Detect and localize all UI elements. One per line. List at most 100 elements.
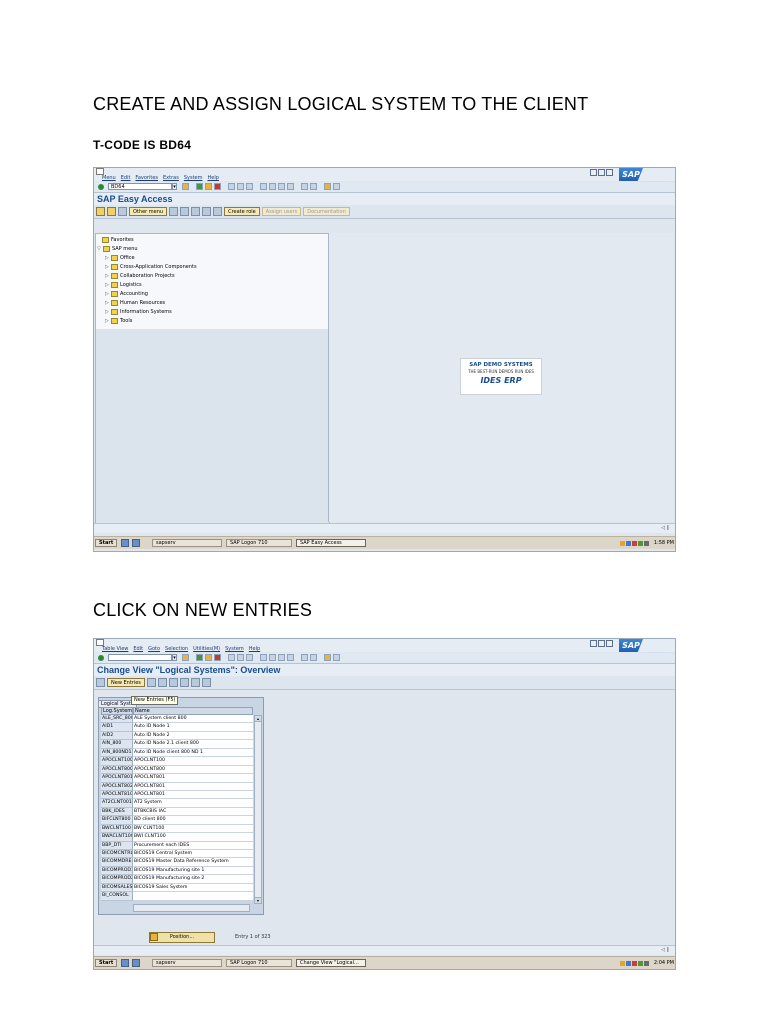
first-page-icon[interactable] xyxy=(260,654,267,661)
new-entries-button[interactable]: New Entries xyxy=(107,678,145,687)
menu-item-utilities[interactable]: Utilities(M) xyxy=(193,646,220,652)
table-row[interactable]: AID1 Auto ID Node 1 xyxy=(101,723,253,732)
column-header-log-system[interactable]: Log.System xyxy=(101,707,133,715)
start-button[interactable]: Start xyxy=(95,539,118,547)
tree-node-tools[interactable]: ▷ Tools xyxy=(105,318,132,324)
cell-name[interactable]: BICOS19 Manufacturing site 2 xyxy=(133,875,253,884)
table-row[interactable]: APOCLNT100 APOCLNT100 xyxy=(101,757,253,766)
collapse-icon[interactable] xyxy=(213,207,223,216)
find-icon[interactable] xyxy=(237,183,244,190)
scroll-down-icon[interactable]: ▾ xyxy=(255,897,261,903)
command-history-dropdown-icon[interactable]: ▾ xyxy=(172,183,177,190)
back-icon[interactable] xyxy=(196,183,203,190)
table-row[interactable]: BICOMSALES BICOS19 Sales System xyxy=(101,883,253,893)
next-page-icon[interactable] xyxy=(278,654,285,661)
cell-log-system[interactable]: AT2CLNT001 xyxy=(101,799,133,808)
tray-icon[interactable] xyxy=(643,540,649,546)
menu-item-help[interactable]: Help xyxy=(207,175,218,181)
command-history-dropdown-icon[interactable]: ▾ xyxy=(172,654,177,661)
assign-users-button[interactable]: Assign users xyxy=(261,207,302,216)
find-next-icon[interactable] xyxy=(246,183,253,190)
last-page-icon[interactable] xyxy=(287,183,294,190)
table-row[interactable]: APOCLNT810 APOCLNT801 xyxy=(101,790,253,800)
collapsed-arrow-icon[interactable]: ▷ xyxy=(105,264,109,270)
quicklaunch-browser-icon[interactable] xyxy=(132,539,140,547)
expand-icon[interactable] xyxy=(202,207,212,216)
cell-name[interactable]: BD client 800 xyxy=(133,816,253,825)
column-header-name[interactable]: Name xyxy=(133,707,253,715)
cell-name[interactable]: AT2 System xyxy=(133,799,253,808)
display-change-icon[interactable] xyxy=(96,678,105,687)
cell-log-system[interactable]: BICOMMDREF xyxy=(101,858,133,867)
tray-icon[interactable] xyxy=(619,540,625,546)
quicklaunch-desktop-icon[interactable] xyxy=(121,539,129,547)
enter-check-icon[interactable] xyxy=(98,655,104,661)
cell-log-system[interactable]: AID1 xyxy=(101,723,133,732)
table-row[interactable]: APOCLNT802 APOCLNT801 xyxy=(101,782,253,791)
menu-item-edit[interactable]: Edit xyxy=(121,175,131,181)
taskbar-item-sap-logon[interactable]: SAP Logon 710 xyxy=(226,959,292,967)
tree-node-information-systems[interactable]: ▷ Information Systems xyxy=(105,309,172,315)
add-favorite-icon[interactable] xyxy=(169,207,179,216)
collapsed-arrow-icon[interactable]: ▷ xyxy=(105,318,109,324)
position-button[interactable]: Position... xyxy=(149,932,215,943)
cell-name[interactable]: BICOS19 Manufacturing site 1 xyxy=(133,866,253,876)
table-row[interactable]: BIFCLNT800 BD client 800 xyxy=(101,816,253,825)
table-row[interactable]: AT2CLNT001 AT2 System xyxy=(101,799,253,808)
cell-name[interactable]: Auto ID Node 2 xyxy=(133,731,253,741)
cell-log-system[interactable]: BWACLNT100 xyxy=(101,833,133,842)
tray-icon[interactable] xyxy=(631,960,637,966)
table-row[interactable]: AIN_800 Auto ID Node 2.1 client 800 xyxy=(101,740,253,749)
deselect-all-icon[interactable] xyxy=(201,678,211,687)
cell-name[interactable]: APOCLNT100 xyxy=(133,757,253,766)
table-horizontal-scrollbar[interactable] xyxy=(133,904,250,912)
command-field[interactable] xyxy=(108,654,172,661)
find-icon[interactable] xyxy=(237,654,244,661)
tree-node-sap-menu[interactable]: ▽ SAP menu xyxy=(97,246,138,252)
new-session-icon[interactable] xyxy=(301,183,308,190)
tree-node-logistics[interactable]: ▷ Logistics xyxy=(105,282,142,288)
enter-check-icon[interactable] xyxy=(98,184,104,190)
next-page-icon[interactable] xyxy=(278,183,285,190)
system-menu-icon[interactable] xyxy=(96,168,104,175)
cell-name[interactable]: Auto ID Node client 800 ND 1 xyxy=(133,748,253,758)
menu-item-menu[interactable]: Menu xyxy=(102,175,116,181)
taskbar-item-sap-logon[interactable]: SAP Logon 710 xyxy=(226,539,292,547)
command-field[interactable]: BD64 xyxy=(108,183,172,190)
user-menu-icon[interactable] xyxy=(96,207,105,216)
table-row[interactable]: BI_CONSOL xyxy=(101,892,253,901)
quicklaunch-browser-icon[interactable] xyxy=(132,959,140,967)
tree-node-accounting[interactable]: ▷ Accounting xyxy=(105,291,148,297)
cell-name[interactable]: BW CLNT100 xyxy=(133,824,253,834)
menu-item-table-view[interactable]: Table View xyxy=(102,646,128,652)
help-icon[interactable] xyxy=(324,183,331,190)
taskbar-item-sap-easy-access[interactable]: SAP Easy Access xyxy=(296,539,366,547)
close-icon[interactable] xyxy=(606,640,613,647)
tree-node-cross-application[interactable]: ▷ Cross-Application Components xyxy=(105,264,197,270)
menu-item-selection[interactable]: Selection xyxy=(165,646,188,652)
tray-icon[interactable] xyxy=(631,540,637,546)
tray-icon[interactable] xyxy=(637,960,643,966)
table-row[interactable]: BICOMMDREF BICOS19 Master Data Reference … xyxy=(101,858,253,867)
cell-name[interactable]: ALE System client 800 xyxy=(133,715,253,724)
other-menu-button[interactable]: Other menu xyxy=(129,207,168,216)
cell-name[interactable]: BWI CLNT100 xyxy=(133,833,253,842)
table-row[interactable]: BICOMPROD1 BICOS19 Manufacturing site 1 xyxy=(101,866,253,876)
system-menu-icon[interactable] xyxy=(96,639,104,646)
cell-name[interactable]: BTBKCBIS IAC xyxy=(133,807,253,817)
cell-name[interactable]: Auto ID Node 1 xyxy=(133,723,253,732)
minimize-icon[interactable] xyxy=(590,169,597,176)
start-button[interactable]: Start xyxy=(95,959,118,967)
cell-log-system[interactable]: APOCLNT802 xyxy=(101,782,133,791)
menu-item-extras[interactable]: Extras xyxy=(163,175,179,181)
menu-item-help[interactable]: Help xyxy=(249,646,260,652)
first-page-icon[interactable] xyxy=(260,183,267,190)
cell-name[interactable]: APOCLNT801 xyxy=(133,790,253,800)
cell-name[interactable]: BICOS19 Sales System xyxy=(133,883,253,893)
collapsed-arrow-icon[interactable]: ▷ xyxy=(105,273,109,279)
collapsed-arrow-icon[interactable]: ▷ xyxy=(105,309,109,315)
menu-item-system[interactable]: System xyxy=(184,175,203,181)
cell-log-system[interactable]: BICOMCNTRL xyxy=(101,850,133,859)
cell-log-system[interactable]: AIN_800 xyxy=(101,740,133,749)
print-icon[interactable] xyxy=(228,183,235,190)
